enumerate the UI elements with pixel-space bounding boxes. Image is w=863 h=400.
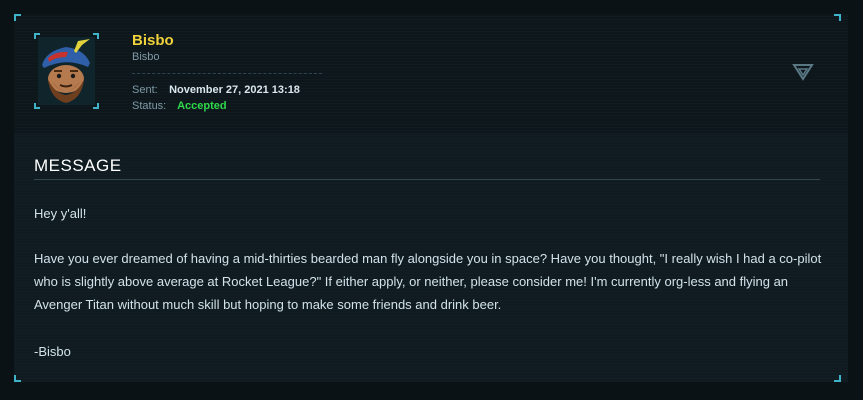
panel-corner-top-right	[834, 14, 841, 21]
message-signature: -Bisbo	[34, 344, 71, 359]
message-paragraph: Hey y'all!	[34, 206, 87, 221]
sent-date: November 27, 2021 13:18	[169, 84, 300, 96]
status-row: Status: Accepted	[132, 100, 227, 112]
chevron-down-icon[interactable]	[792, 63, 814, 81]
status-label: Status:	[132, 100, 167, 112]
sent-label: Sent:	[132, 84, 158, 96]
status-badge: Accepted	[177, 100, 227, 112]
header-divider	[132, 73, 322, 74]
message-paragraph: Have you ever dreamed of having a mid-th…	[34, 251, 822, 312]
panel-corner-bottom-right	[834, 375, 841, 382]
message-section-title: MESSAGE	[34, 156, 122, 175]
section-divider	[34, 179, 820, 180]
avatar[interactable]	[34, 33, 99, 109]
sent-row: Sent: November 27, 2021 13:18	[132, 84, 300, 96]
applicant-name[interactable]: Bisbo	[132, 32, 174, 49]
applicant-handle: Bisbo	[132, 51, 160, 63]
avatar-pirate-icon	[38, 37, 95, 105]
panel-corner-bottom-left	[14, 375, 21, 382]
panel-corner-top-left	[14, 14, 21, 21]
